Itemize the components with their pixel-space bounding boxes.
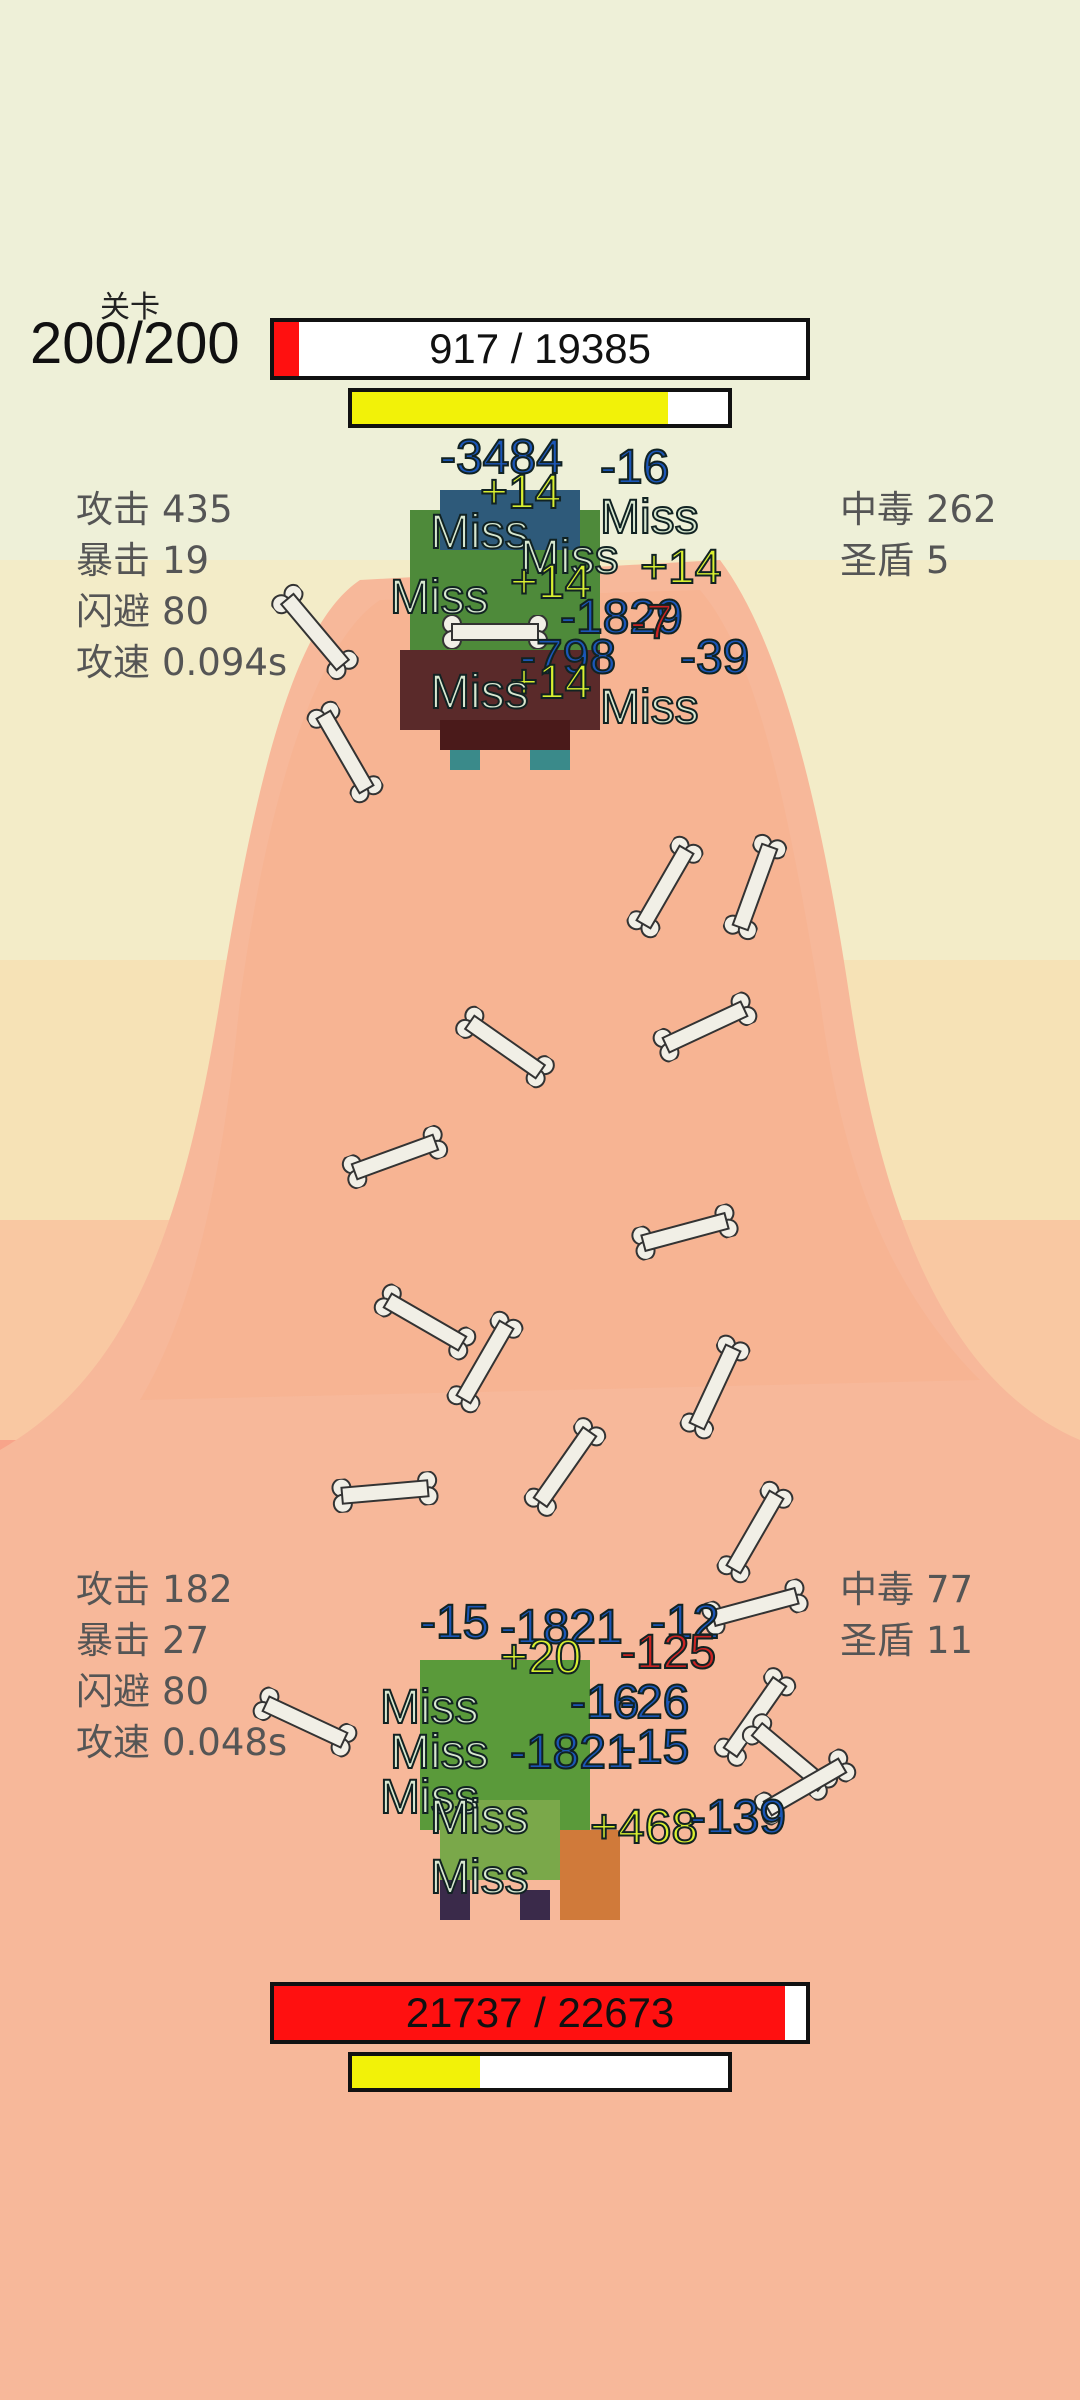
stat-row: 圣盾 11: [840, 1619, 974, 1662]
player-hp-text: 21737 / 22673: [405, 1989, 675, 2036]
stat-row: 攻速 0.048s: [76, 1721, 288, 1764]
combat-text: -1821: [509, 1725, 634, 1780]
combat-text: +14: [639, 540, 722, 595]
stat-row: 攻击 435: [76, 488, 233, 531]
combat-text: -16: [599, 440, 670, 495]
combat-text: Miss: [429, 1790, 530, 1845]
stat-row: 闪避 80: [76, 590, 210, 633]
combat-text: -139: [689, 1790, 787, 1845]
enemy-energy-bar: [348, 388, 732, 428]
player-energy-bar: [348, 2052, 732, 2092]
combat-text: -15: [619, 1720, 690, 1775]
combat-text: Miss: [429, 665, 530, 720]
stat-row: 暴击 19: [76, 539, 210, 582]
stat-row: 圣盾 5: [840, 539, 950, 582]
enemy-energy-fill: [352, 392, 668, 424]
stat-row: 攻速 0.094s: [76, 641, 288, 684]
enemy-hp-bar: 917 / 19385: [270, 318, 810, 380]
stat-row: 闪避 80: [76, 1670, 210, 1713]
combat-text: Miss: [389, 570, 490, 625]
stat-row: 中毒 77: [840, 1568, 974, 1611]
combat-text: -39: [679, 630, 750, 685]
player-stats-right: 中毒 77 圣盾 11: [840, 1564, 973, 1666]
combat-text: +468: [589, 1800, 699, 1855]
stat-row: 暴击 27: [76, 1619, 210, 1662]
combat-text: Miss: [599, 680, 700, 735]
combat-text: -125: [619, 1625, 717, 1680]
enemy-stats-right: 中毒 262 圣盾 5: [840, 484, 997, 586]
stage-value: 200/200: [30, 311, 240, 376]
player-hp-bar: 21737 / 22673: [270, 1982, 810, 2044]
player-energy-fill: [352, 2056, 480, 2088]
enemy-hp-text: 917 / 19385: [429, 325, 651, 372]
stat-row: 中毒 262: [840, 488, 997, 531]
combat-text: -7: [629, 595, 674, 650]
player-stats-left: 攻击 182 暴击 27 闪避 80 攻速 0.048s: [76, 1564, 287, 1768]
combat-text: Miss: [429, 1850, 530, 1905]
combat-text: Miss: [429, 505, 530, 560]
enemy-stats-left: 攻击 435 暴击 19 闪避 80 攻速 0.094s: [76, 484, 287, 688]
combat-text: -15: [419, 1595, 490, 1650]
stat-row: 攻击 182: [76, 1568, 233, 1611]
